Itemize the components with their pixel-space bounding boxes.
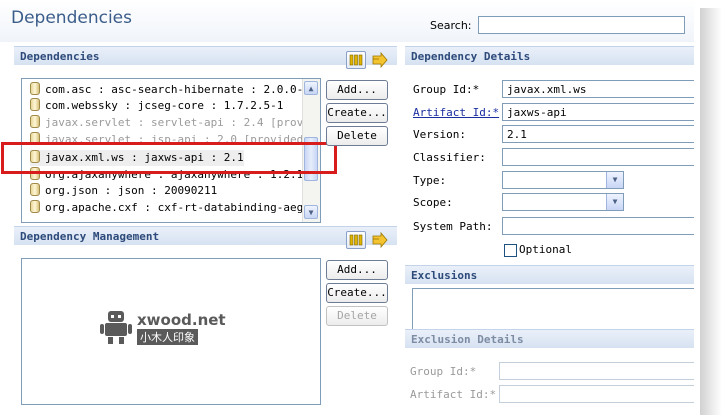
optional-checkbox[interactable] bbox=[504, 244, 517, 257]
page-header: Dependencies Search: bbox=[0, 0, 700, 42]
dependencies-section-header: Dependencies bbox=[14, 46, 397, 65]
jar-icon bbox=[30, 115, 40, 128]
selection-highlight-annotation bbox=[1, 142, 337, 174]
jar-icon bbox=[30, 200, 40, 213]
system-path-label: System Path: bbox=[413, 220, 493, 233]
artifact-id-field[interactable]: jaxws-api bbox=[502, 103, 698, 121]
exclusion-group-id-label: Group Id:* bbox=[410, 365, 477, 378]
watermark-brand: xwood.net bbox=[137, 311, 226, 329]
version-field[interactable]: 2.1 bbox=[502, 125, 698, 143]
edge-shadow bbox=[700, 8, 722, 415]
add-managed-dependency-button[interactable]: Add... bbox=[326, 260, 388, 280]
list-item[interactable]: org.json : json : 20090211 bbox=[30, 183, 217, 199]
dependency-management-section-header: Dependency Management bbox=[14, 226, 397, 245]
exclusion-details-header-label: Exclusion Details bbox=[411, 333, 524, 346]
optional-label: Optional bbox=[519, 243, 572, 256]
version-label: Version: bbox=[413, 128, 466, 141]
classifier-label: Classifier: bbox=[413, 151, 486, 164]
chevron-down-icon[interactable]: ▼ bbox=[606, 172, 623, 188]
scope-select[interactable]: ▼ bbox=[502, 193, 624, 211]
add-dependency-button[interactable]: Add... bbox=[326, 80, 388, 100]
columns-toggle-button[interactable] bbox=[346, 231, 366, 249]
delete-dependency-button[interactable]: Delete bbox=[326, 126, 388, 146]
chevron-down-icon[interactable]: ▼ bbox=[606, 194, 623, 210]
group-id-label: Group Id:* bbox=[413, 83, 480, 96]
jar-icon bbox=[30, 82, 40, 95]
type-label: Type: bbox=[413, 174, 447, 187]
chevron-up-icon[interactable]: ▲ bbox=[304, 81, 318, 95]
dependency-details-section-header: Dependency Details bbox=[405, 46, 697, 65]
search-input[interactable] bbox=[478, 16, 685, 34]
filter-arrow-icon[interactable] bbox=[371, 231, 389, 249]
robot-logo-icon bbox=[100, 311, 132, 344]
watermark-logo: xwood.net 小木人印象 bbox=[95, 305, 226, 350]
list-item[interactable]: com.webssky : jcseg-core : 1.7.2.5-1 bbox=[30, 98, 283, 114]
exclusions-section-header: Exclusions bbox=[405, 265, 697, 284]
list-item[interactable]: javax.servlet : servlet-api : 2.4 [prov.… bbox=[30, 115, 320, 131]
exclusion-group-id-field[interactable] bbox=[499, 362, 697, 380]
exclusion-artifact-id-label: Artifact Id:* bbox=[410, 388, 497, 401]
exclusion-details-section-header: Exclusion Details bbox=[405, 329, 697, 348]
exclusions-header-label: Exclusions bbox=[411, 269, 478, 282]
system-path-field[interactable] bbox=[502, 217, 698, 235]
page-title: Dependencies bbox=[11, 8, 132, 28]
search-label: Search: bbox=[430, 19, 472, 32]
pom-editor-page: Dependencies Search: Dependencies com.as… bbox=[0, 0, 722, 415]
group-id-field[interactable]: javax.xml.ws bbox=[502, 80, 698, 98]
classifier-field[interactable] bbox=[502, 148, 698, 166]
exclusion-artifact-id-field[interactable] bbox=[499, 385, 697, 403]
type-select[interactable]: ▼ bbox=[502, 171, 624, 189]
delete-managed-dependency-button[interactable]: Delete bbox=[326, 306, 388, 326]
filter-arrow-icon[interactable] bbox=[371, 51, 389, 69]
chevron-down-icon[interactable]: ▼ bbox=[304, 205, 318, 219]
create-dependency-button[interactable]: Create... bbox=[326, 103, 388, 123]
scope-label: Scope: bbox=[413, 196, 453, 209]
dependency-details-header-label: Dependency Details bbox=[411, 50, 531, 63]
jar-icon bbox=[30, 98, 40, 111]
create-managed-dependency-button[interactable]: Create... bbox=[326, 283, 388, 303]
dependencies-header-label: Dependencies bbox=[20, 50, 100, 63]
list-item[interactable]: com.asc : asc-search-hibernate : 2.0.0-.… bbox=[30, 82, 320, 98]
columns-icon bbox=[349, 234, 363, 246]
columns-icon bbox=[349, 54, 363, 66]
artifact-id-link[interactable]: Artifact Id:* bbox=[413, 106, 499, 119]
jar-icon bbox=[30, 183, 40, 196]
watermark-subtitle: 小木人印象 bbox=[137, 329, 198, 345]
columns-toggle-button[interactable] bbox=[346, 51, 366, 69]
dependency-management-header-label: Dependency Management bbox=[20, 230, 160, 243]
list-item[interactable]: org.apache.cxf : cxf-rt-databinding-aeg.… bbox=[30, 200, 320, 216]
exclusions-list[interactable] bbox=[412, 288, 699, 330]
